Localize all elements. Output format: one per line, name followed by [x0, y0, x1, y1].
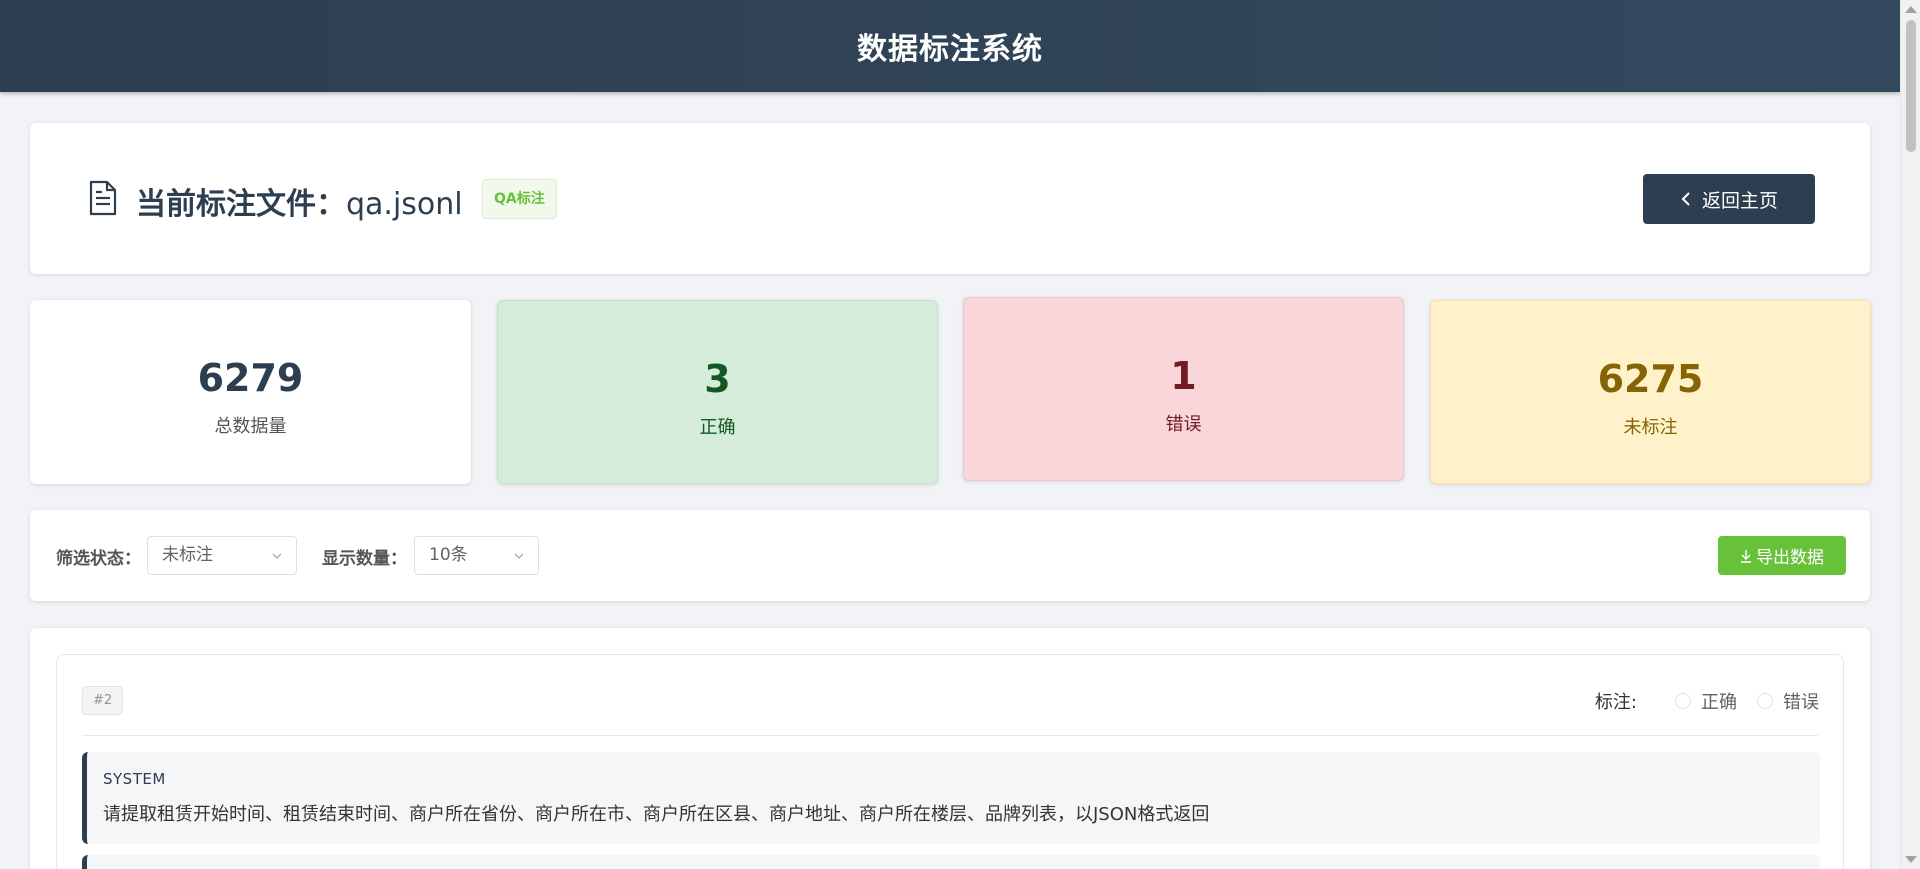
stat-total-card: 6279 总数据量: [30, 300, 471, 484]
filter-bar: 筛选状态： 未标注 显示数量： 10条 导出数据: [30, 510, 1870, 601]
stat-total-value: 6279: [197, 356, 304, 400]
stat-correct-label: 正确: [699, 417, 736, 438]
stat-correct-card: 3 正确: [497, 300, 938, 484]
item-index-badge: #2: [82, 686, 124, 715]
file-info-card: 当前标注文件：qa.jsonl QA标注 返回主页: [30, 123, 1870, 274]
annotation-label: 标注:: [1594, 692, 1637, 713]
count-filter-value: 10条: [429, 545, 468, 565]
back-home-label: 返回主页: [1701, 189, 1778, 212]
scroll-down-arrow-icon[interactable]: [1905, 856, 1917, 863]
file-title-prefix: 当前标注文件：: [136, 187, 346, 222]
count-filter-label: 显示数量：: [322, 549, 407, 569]
message-block: [82, 855, 1820, 869]
stat-unlabeled-value: 6275: [1597, 357, 1704, 401]
radio-circle[interactable]: [1757, 693, 1773, 709]
stat-wrong-value: 1: [1170, 354, 1197, 398]
stat-wrong-card: 1 错误: [963, 297, 1404, 481]
stat-wrong-label: 错误: [1165, 414, 1202, 435]
message-block: SYSTEM 请提取租赁开始时间、租赁结束时间、商户所在省份、商户所在市、商户所…: [82, 752, 1820, 844]
page-scrollbar[interactable]: [1900, 0, 1920, 869]
scroll-up-arrow-icon[interactable]: [1905, 6, 1917, 13]
message-content: 请提取租赁开始时间、租赁结束时间、商户所在省份、商户所在市、商户所在区县、商户地…: [103, 804, 1210, 825]
status-filter-select[interactable]: 未标注: [147, 536, 297, 575]
stat-unlabeled-label: 未标注: [1623, 417, 1678, 438]
file-name: qa.jsonl: [346, 187, 463, 222]
data-list-card: #2 标注: 正确 错误 SYSTEM 请提取租赁开始时间、租赁结束时间、商户所…: [30, 628, 1870, 869]
export-data-label: 导出数据: [1756, 548, 1824, 568]
radio-wrong-label: 错误: [1783, 692, 1819, 713]
radio-wrong[interactable]: 错误: [1757, 688, 1819, 714]
download-icon: [1741, 549, 1751, 563]
item-divider: [82, 735, 1818, 736]
document-icon: [89, 180, 117, 216]
stat-total-label: 总数据量: [214, 416, 287, 437]
chevron-down-icon: [514, 553, 524, 559]
count-filter-select[interactable]: 10条: [414, 536, 539, 575]
radio-correct[interactable]: 正确: [1675, 688, 1737, 714]
file-title: 当前标注文件：qa.jsonl: [136, 179, 463, 223]
stat-correct-value: 3: [704, 357, 731, 401]
chevron-down-icon: [272, 553, 282, 559]
top-header: 数据标注系统: [0, 0, 1900, 92]
back-home-button[interactable]: 返回主页: [1643, 174, 1815, 224]
radio-circle[interactable]: [1675, 693, 1691, 709]
radio-correct-label: 正确: [1701, 692, 1737, 713]
status-filter-value: 未标注: [162, 545, 213, 565]
export-data-button[interactable]: 导出数据: [1718, 536, 1846, 575]
status-filter-label: 筛选状态：: [56, 549, 141, 569]
scrollbar-thumb[interactable]: [1906, 20, 1916, 152]
stat-unlabeled-card: 6275 未标注: [1430, 300, 1871, 484]
message-role: SYSTEM: [103, 770, 166, 788]
chevron-left-icon: [1681, 192, 1690, 206]
annotation-group: 标注: 正确 错误: [1595, 688, 1819, 714]
annotation-type-tag: QA标注: [482, 179, 557, 219]
data-item: #2 标注: 正确 错误 SYSTEM 请提取租赁开始时间、租赁结束时间、商户所…: [56, 654, 1844, 869]
app-title: 数据标注系统: [857, 32, 1043, 67]
